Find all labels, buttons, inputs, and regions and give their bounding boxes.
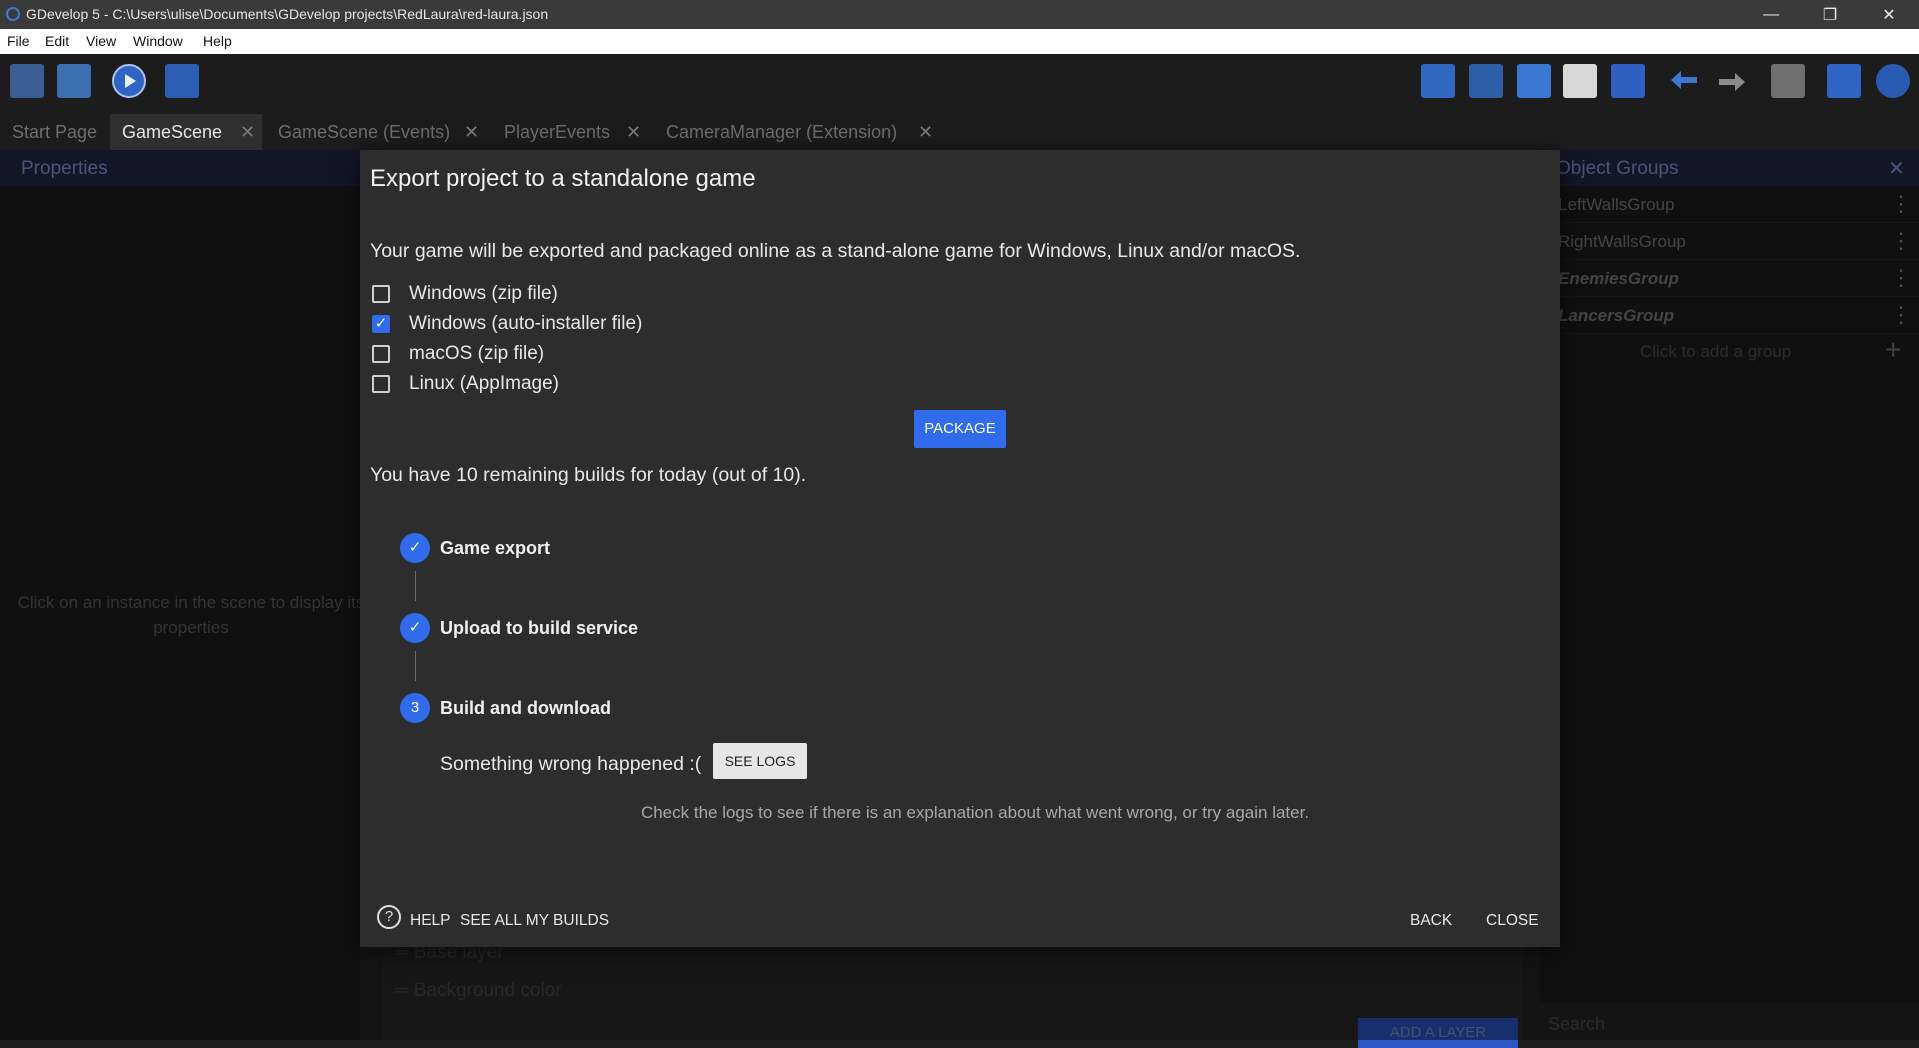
error-hint: Check the logs to see if there is an exp… (640, 803, 1310, 822)
editor-tab-bar: Start Page GameScene ✕ GameScene (Events… (0, 114, 1919, 150)
layers-icon[interactable] (1611, 64, 1645, 98)
undo-icon[interactable] (1667, 64, 1701, 98)
close-button[interactable]: CLOSE (1486, 912, 1539, 930)
tab-label: GameScene (Events) (278, 121, 451, 142)
step-connector (415, 571, 416, 601)
error-message: Something wrong happened :( (440, 753, 702, 775)
tab-cameramanager-extension[interactable]: CameraManager (Extension) ✕ (654, 114, 940, 150)
help-button[interactable]: HELP (410, 912, 451, 930)
remaining-builds-text: You have 10 remaining builds for today (… (370, 464, 807, 486)
gdevelop-app-icon (6, 7, 20, 21)
minimize-button[interactable]: — (1742, 0, 1800, 29)
object-groups-icon[interactable] (1469, 64, 1503, 98)
objects-panel-icon[interactable] (1421, 64, 1455, 98)
step-connector (415, 651, 416, 681)
package-button[interactable]: PACKAGE (914, 410, 1006, 448)
close-tab-icon[interactable]: ✕ (240, 122, 255, 143)
step-number-icon: 3 (400, 693, 430, 723)
step-done-icon: ✓ (400, 533, 430, 563)
see-all-builds-button[interactable]: SEE ALL MY BUILDS (460, 912, 609, 930)
preview-play-icon[interactable] (112, 64, 146, 98)
grid-icon[interactable] (1827, 64, 1861, 98)
dialog-description: Your game will be exported and packaged … (370, 240, 1301, 262)
window-title-bar: GDevelop 5 - C:\Users\ulise\Documents\GD… (0, 0, 1919, 29)
window-title: GDevelop 5 - C:\Users\ulise\Documents\GD… (26, 6, 549, 22)
windows-installer-checkbox[interactable]: ✓ (372, 315, 390, 333)
macos-zip-checkbox[interactable] (372, 345, 390, 363)
tab-label: Start Page (12, 121, 98, 142)
menu-file[interactable]: File (7, 33, 30, 49)
windows-zip-checkbox[interactable] (372, 285, 390, 303)
checkbox-label[interactable]: Linux (AppImage) (409, 373, 559, 395)
step-label: Build and download (440, 698, 611, 718)
tab-start-page[interactable]: Start Page (0, 114, 108, 150)
menu-help[interactable]: Help (203, 33, 232, 49)
main-toolbar (0, 54, 1919, 114)
tab-label: GameScene (122, 121, 223, 142)
tab-label: PlayerEvents (504, 121, 611, 142)
checkbox-label[interactable]: Windows (auto-installer file) (409, 313, 642, 335)
menu-edit[interactable]: Edit (45, 33, 69, 49)
close-window-button[interactable]: ✕ (1860, 0, 1918, 29)
menu-bar: File Edit View Window Help (0, 29, 1919, 54)
step-done-icon: ✓ (400, 613, 430, 643)
zoom-reset-icon[interactable] (1876, 64, 1910, 98)
linux-appimage-checkbox[interactable] (372, 375, 390, 393)
step-label: Upload to build service (440, 618, 639, 638)
tab-label: CameraManager (Extension) (666, 121, 898, 142)
close-tab-icon[interactable]: ✕ (918, 122, 933, 143)
close-tab-icon[interactable]: ✕ (464, 122, 479, 143)
tab-playerevents[interactable]: PlayerEvents ✕ (492, 114, 648, 150)
window-mask-icon[interactable] (1771, 64, 1805, 98)
dialog-title: Export project to a standalone game (370, 165, 756, 192)
project-manager-icon[interactable] (10, 64, 44, 98)
checkbox-label[interactable]: Windows (zip file) (409, 283, 558, 305)
menu-window[interactable]: Window (133, 33, 183, 49)
redo-icon[interactable] (1715, 64, 1749, 98)
properties-icon[interactable] (1517, 64, 1551, 98)
tab-gamescene[interactable]: GameScene ✕ (110, 114, 262, 150)
checkbox-label[interactable]: macOS (zip file) (409, 343, 544, 365)
close-tab-icon[interactable]: ✕ (626, 122, 641, 143)
export-dialog: Export project to a standalone game Your… (360, 150, 1560, 947)
help-icon[interactable]: ? (377, 905, 401, 929)
debug-icon[interactable] (165, 64, 199, 98)
menu-view[interactable]: View (86, 33, 116, 49)
tab-gamescene-events[interactable]: GameScene (Events) ✕ (266, 114, 486, 150)
restore-button[interactable]: ❐ (1801, 0, 1859, 29)
see-logs-button[interactable]: SEE LOGS (713, 743, 807, 779)
scene-icon[interactable] (57, 64, 91, 98)
instances-list-icon[interactable] (1563, 64, 1597, 98)
back-button[interactable]: BACK (1410, 912, 1452, 930)
step-label: Game export (440, 538, 551, 558)
